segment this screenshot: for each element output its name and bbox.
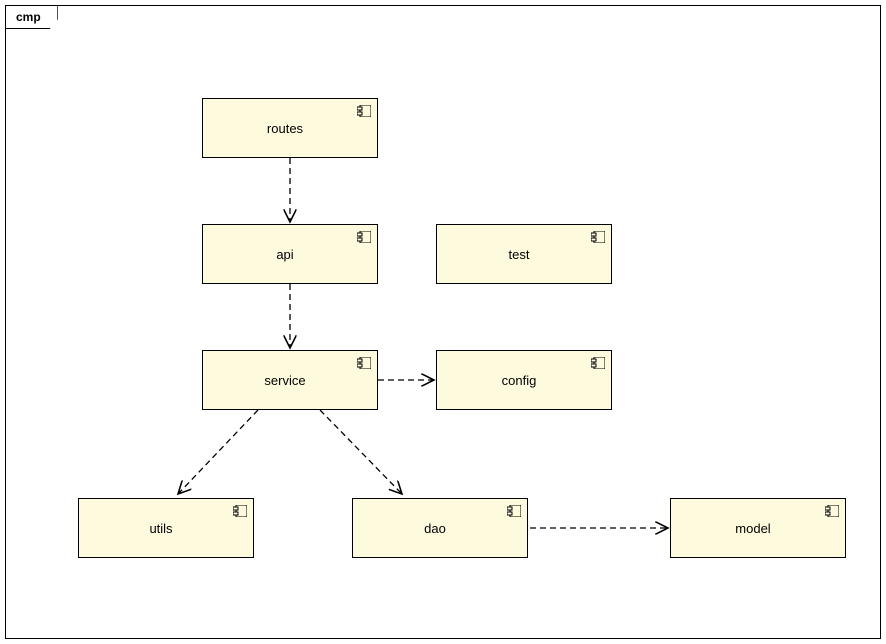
- component-icon: [357, 105, 371, 117]
- component-label: api: [266, 247, 313, 262]
- component-label: routes: [257, 121, 323, 136]
- component-test[interactable]: test: [436, 224, 612, 284]
- component-icon: [825, 505, 839, 517]
- frame-label: cmp: [5, 5, 58, 29]
- component-icon: [233, 505, 247, 517]
- component-label: utils: [139, 521, 192, 536]
- component-icon: [591, 231, 605, 243]
- component-model[interactable]: model: [670, 498, 846, 558]
- component-label: config: [492, 373, 557, 388]
- component-config[interactable]: config: [436, 350, 612, 410]
- component-icon: [591, 357, 605, 369]
- component-icon: [357, 231, 371, 243]
- component-dao[interactable]: dao: [352, 498, 528, 558]
- component-label: test: [499, 247, 550, 262]
- component-utils[interactable]: utils: [78, 498, 254, 558]
- component-label: model: [725, 521, 790, 536]
- component-label: dao: [414, 521, 466, 536]
- component-icon: [507, 505, 521, 517]
- component-label: service: [254, 373, 325, 388]
- component-icon: [357, 357, 371, 369]
- component-service[interactable]: service: [202, 350, 378, 410]
- component-api[interactable]: api: [202, 224, 378, 284]
- component-routes[interactable]: routes: [202, 98, 378, 158]
